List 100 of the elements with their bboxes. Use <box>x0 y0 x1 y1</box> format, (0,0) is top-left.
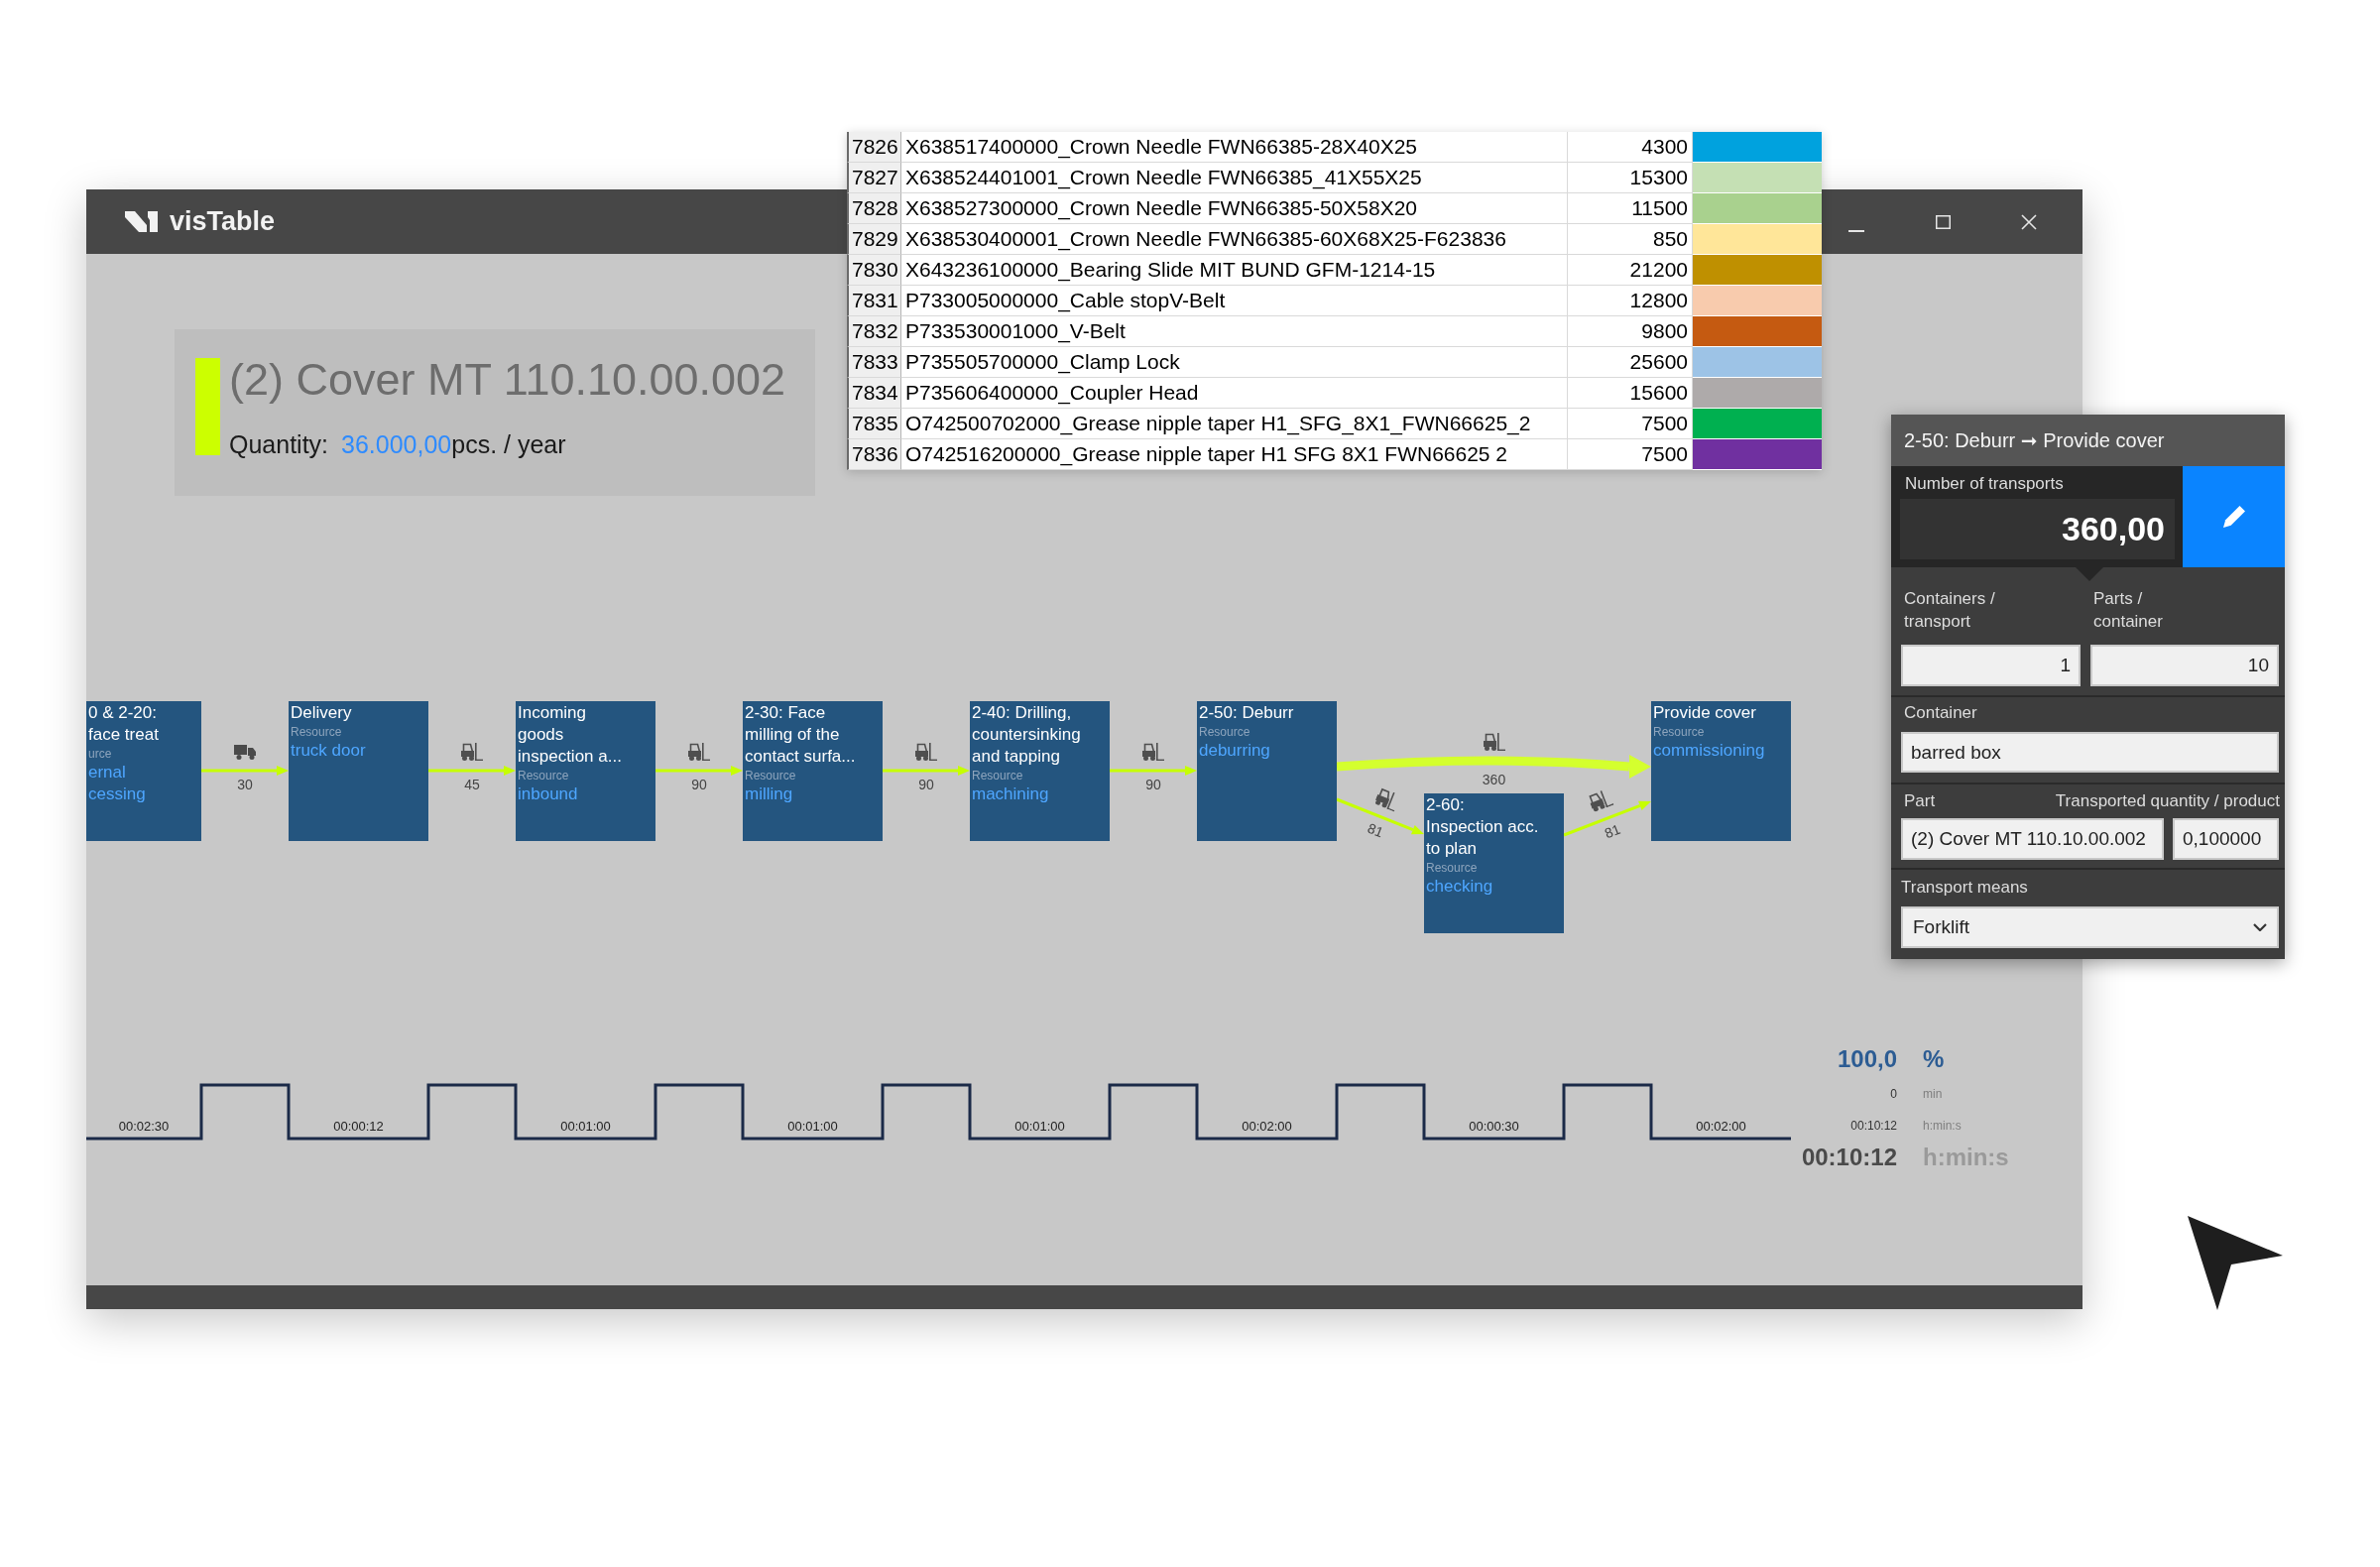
process-node[interactable]: Delivery Resource truck door <box>289 701 428 841</box>
node-title: Delivery <box>291 702 353 724</box>
input-field[interactable]: 0,100000 <box>2173 818 2279 860</box>
table-cell: X638524401001_Crown Needle FWN66385_41X55X25 <box>901 163 1568 193</box>
flow-arrow[interactable] <box>1563 800 1651 837</box>
process-node[interactable]: 2-50: Deburr Resource deburring <box>1197 701 1337 841</box>
summary-unit: min <box>1923 1086 1944 1103</box>
summary-unit: % <box>1923 1044 1946 1074</box>
summary-value: 00:10:12 <box>1849 1117 1897 1135</box>
field-label: Transport means <box>1901 877 2029 899</box>
field-label: Container <box>1903 702 1978 724</box>
forklift-icon <box>1483 733 1505 751</box>
node-title: 2-60: Inspection acc. to plan <box>1426 794 1540 860</box>
node-title: Incoming goods inspection a... <box>518 702 623 768</box>
input-field[interactable]: barred box <box>1901 732 2279 773</box>
process-node[interactable]: 0 & 2-20: face treat urce ernal cessing <box>86 701 201 841</box>
pointer-icon <box>2186 1214 2285 1311</box>
table-cell: X638517400000_Crown Needle FWN66385-28X40X25 <box>901 132 1568 163</box>
row-header[interactable]: 7828 <box>847 193 901 224</box>
row-header[interactable]: 7831 <box>847 286 901 316</box>
table-cell: X638527300000_Crown Needle FWN66385-50X58X20 <box>901 193 1568 224</box>
resource-label: Resource <box>1426 860 1479 876</box>
resource-name: milling <box>745 784 794 805</box>
duration-label: 00:00:12 <box>333 1119 384 1135</box>
duration-label: 00:02:00 <box>1242 1119 1292 1135</box>
transport-count: 45 <box>464 777 480 792</box>
duration-label: 00:00:30 <box>1469 1119 1519 1135</box>
duration-label: 00:01:00 <box>787 1119 838 1135</box>
resource-label: Resource <box>745 768 797 784</box>
pencil-icon <box>2222 506 2245 528</box>
duration-label: 00:01:00 <box>1014 1119 1065 1135</box>
forklift-icon <box>915 743 937 761</box>
process-node[interactable]: 2-60: Inspection acc. to plan Resource checking <box>1424 793 1564 933</box>
quantity-value: 36.000,00 <box>341 430 452 458</box>
input-field[interactable]: 1 <box>1901 645 2081 686</box>
summary-value: 00:10:12 <box>1800 1143 1897 1172</box>
process-node[interactable]: 2-40: Drilling, countersinking and tapping Resource machining <box>970 701 1110 841</box>
node-title: Provide cover <box>1653 702 1757 724</box>
close-icon <box>2021 213 2037 230</box>
quantity-unit: pcs. / year <box>451 430 566 458</box>
table-cell: P735505700000_Clamp Lock <box>901 347 1568 378</box>
truck-icon <box>234 744 256 760</box>
summary-value: 100,0 <box>1836 1044 1897 1074</box>
row-header[interactable]: 7836 <box>847 439 901 470</box>
node-title: 2-30: Face milling of the contact surfa... <box>745 702 857 768</box>
row-header[interactable]: 7830 <box>847 255 901 286</box>
table-cell: O742516200000_Grease nipple taper H1 SFG 8X1 FWN66625 2 <box>901 439 1568 470</box>
row-header[interactable]: 7832 <box>847 316 901 347</box>
field-label: Containers / transport <box>1903 588 1996 633</box>
input-field[interactable]: 10 <box>2090 645 2279 686</box>
resource-label: urce <box>88 746 113 762</box>
resource-label: Resource <box>1653 724 1706 740</box>
window-title: visTable <box>170 206 276 237</box>
forklift-icon <box>688 743 710 761</box>
resource-name: deburring <box>1199 740 1271 762</box>
summary-value: 0 <box>1889 1086 1897 1103</box>
resource-label: Resource <box>291 724 343 740</box>
input-field[interactable]: (2) Cover MT 110.10.00.002 <box>1901 818 2164 860</box>
transport-count: 90 <box>918 777 934 792</box>
field-label: Part <box>1903 790 1936 812</box>
resource-name: commissioning <box>1653 740 1766 762</box>
table-cell: X643236100000_Bearing Slide MIT BUND GFM-1214-15 <box>901 255 1568 286</box>
table-cell: X638530400001_Crown Needle FWN66385-60X68X25-F623836 <box>901 224 1568 255</box>
transport-count: 90 <box>691 777 707 792</box>
marker-bar-icon <box>195 358 220 455</box>
transport-count: 81 <box>1602 820 1623 842</box>
edit-button[interactable] <box>2183 466 2285 567</box>
panel-title: 2-50: Deburr ➞ Provide cover <box>1891 415 2285 466</box>
duration-label: 00:02:00 <box>1696 1119 1746 1135</box>
process-node[interactable]: Incoming goods inspection a... Resource inbound <box>516 701 655 841</box>
transport-means-dropdown[interactable]: Forklift <box>1901 906 2279 948</box>
maximize-icon <box>1935 214 1951 229</box>
logo-icon <box>125 211 158 232</box>
transport-count: 81 <box>1365 819 1385 840</box>
table-cell: P733530001000_V-Belt <box>901 316 1568 347</box>
resource-name: ernal cessing <box>88 762 147 805</box>
quantity-label: Quantity: <box>229 430 329 458</box>
table-cell: P735606400000_Coupler Head <box>901 378 1568 409</box>
row-header[interactable]: 7833 <box>847 347 901 378</box>
row-header[interactable]: 7835 <box>847 409 901 439</box>
process-node[interactable]: 2-30: Face milling of the contact surfa... Resource milling <box>743 701 883 841</box>
summary-unit: h:min:s <box>1923 1117 1963 1135</box>
row-header[interactable]: 7826 <box>847 132 901 163</box>
node-title: 2-50: Deburr <box>1199 702 1295 724</box>
resource-label: Resource <box>972 768 1024 784</box>
resource-label: Resource <box>518 768 570 784</box>
transports-field[interactable]: 360,00 <box>1900 499 2175 559</box>
duration-label: 00:01:00 <box>560 1119 611 1135</box>
table-cell: O742500702000_Grease nipple taper H1_SFG_8X1_FWN66625_2 <box>901 409 1568 439</box>
row-header[interactable]: 7827 <box>847 163 901 193</box>
part-title: (2) Cover MT 110.10.00.002 <box>229 353 786 407</box>
resource-name: machining <box>972 784 1050 805</box>
row-header[interactable]: 7829 <box>847 224 901 255</box>
flow-arrow[interactable] <box>1336 797 1424 835</box>
field-label: Transported quantity / product <box>2055 790 2280 812</box>
resource-name: checking <box>1426 876 1494 898</box>
resource-name: inbound <box>518 784 579 805</box>
row-header[interactable]: 7834 <box>847 378 901 409</box>
transport-count: 90 <box>1145 777 1161 792</box>
process-node[interactable]: Provide cover Resource commissioning <box>1651 701 1791 841</box>
